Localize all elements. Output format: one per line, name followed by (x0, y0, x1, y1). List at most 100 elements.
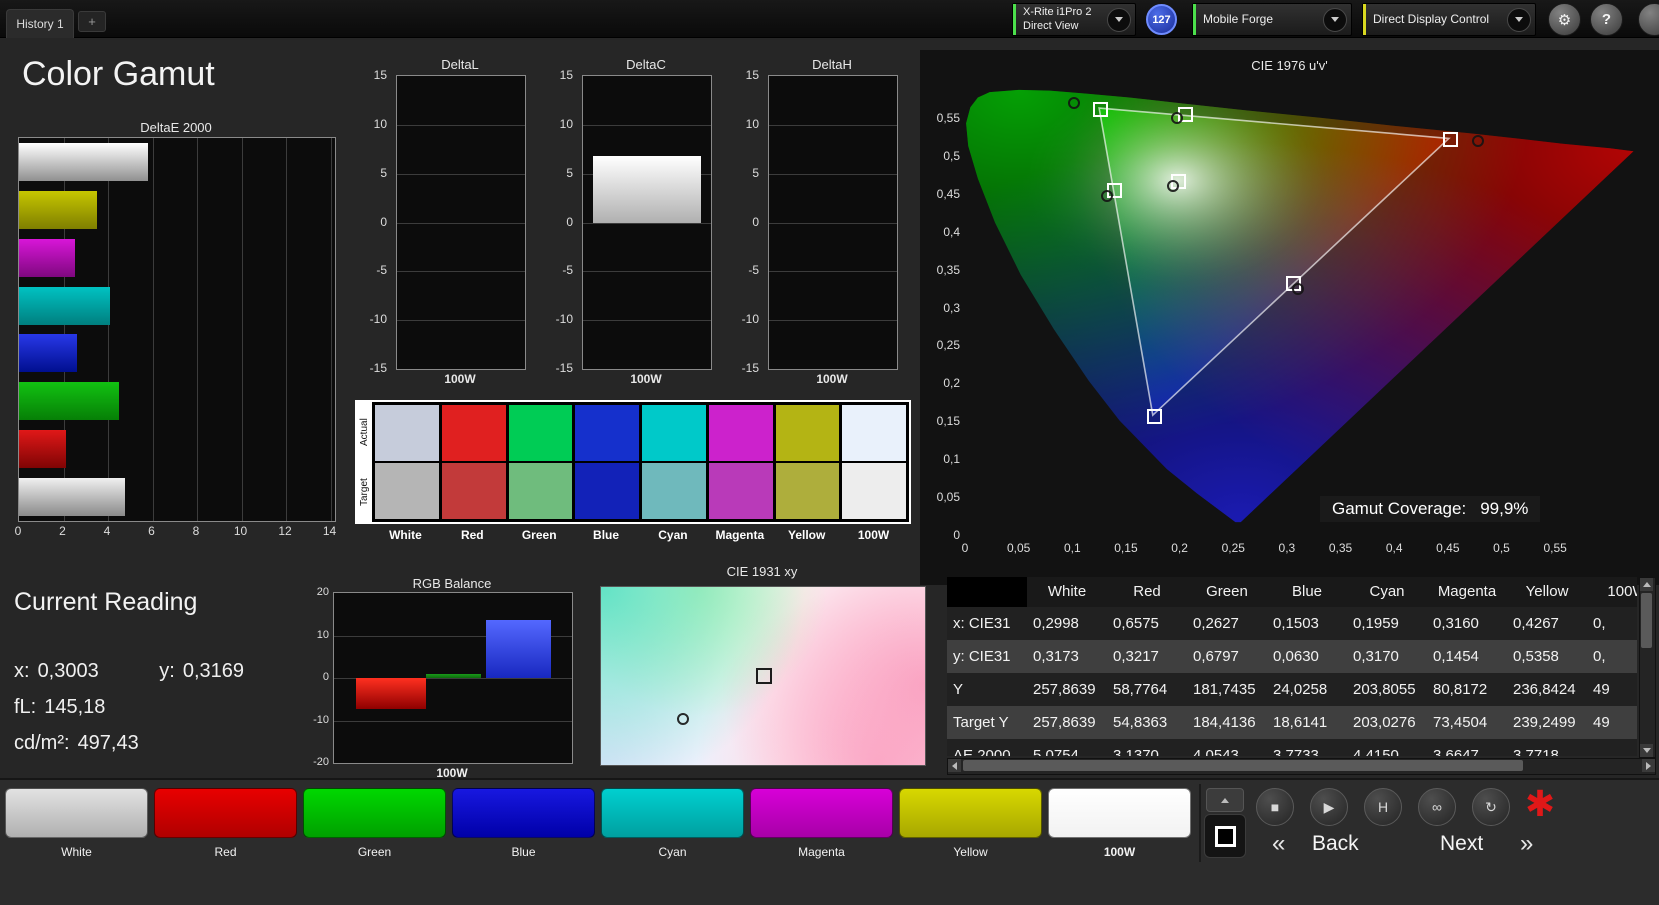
gamut-coverage-readout: Gamut Coverage: 99,9% (1320, 496, 1541, 522)
axis-tick-label: 4 (103, 524, 111, 538)
swatch-row-labels: Actual Target (357, 402, 372, 522)
pattern-button-red[interactable]: Red (151, 788, 300, 859)
settings-button[interactable]: ⚙ (1548, 3, 1581, 36)
pattern-button-white[interactable]: White (2, 788, 151, 859)
chevron-down-icon[interactable] (1323, 7, 1347, 32)
axis-tick-label: 0,15 (936, 414, 960, 429)
help-button[interactable]: ? (1590, 3, 1623, 36)
table-cell: 80,8172 (1433, 681, 1488, 698)
row-label: x: CIE31 (953, 615, 1011, 632)
table-cell: 0,1503 (1273, 615, 1319, 632)
axis-tick-label: 0,5 (943, 148, 960, 163)
axis-tick-label: 0,1 (943, 452, 960, 467)
swatch-actual-blue (575, 405, 639, 461)
table-row: Y 257,8639 58,7764 181,7435 24,0258 203,8055 8… (947, 673, 1637, 706)
play-button[interactable]: ▶ (1310, 788, 1348, 826)
scrollbar-thumb[interactable] (1641, 593, 1652, 648)
pattern-button-yellow[interactable]: Yellow (896, 788, 1045, 859)
fl-value: 145,18 (44, 696, 106, 718)
table-cell: 0,3173 (1033, 648, 1079, 665)
calibration-star-icon[interactable]: ✱ (1516, 780, 1564, 828)
row-label: Target Y (953, 714, 1009, 731)
pattern-window-up-button[interactable] (1206, 788, 1244, 812)
table-row: x: CIE31 0,2998 0,6575 0,2627 0,1503 0,1959 0,… (947, 607, 1637, 640)
deltae-plot (18, 137, 336, 522)
swatch-frame: Actual Target (355, 400, 911, 524)
display-control-dropdown[interactable]: Direct Display Control (1362, 3, 1536, 36)
pattern-swatch (1048, 788, 1191, 838)
refresh-button[interactable]: ↻ (1472, 788, 1510, 826)
axis-tick-label: -10 (741, 312, 759, 327)
scrollbar-thumb[interactable] (963, 760, 1523, 771)
swatch-actual-100w (842, 405, 906, 461)
axis-tick-label: 12 (278, 524, 292, 538)
pattern-button-100w[interactable]: 100W (1045, 788, 1194, 859)
back-button[interactable]: Back (1312, 832, 1359, 856)
scroll-left-button[interactable] (948, 759, 961, 772)
table-cell: 0, (1593, 615, 1606, 632)
table-cell: 0,6797 (1193, 648, 1239, 665)
histogram-button[interactable]: H (1364, 788, 1402, 826)
page-title: Color Gamut (22, 55, 215, 93)
table-row: Target Y 257,8639 54,8363 184,4136 18,6141 20… (947, 706, 1637, 739)
pattern-label: Cyan (658, 845, 687, 859)
table-header-row: White Red Green Blue Cyan Magenta Yellow 100W (947, 577, 1637, 607)
overflow-button[interactable] (1638, 3, 1659, 36)
axis-tick-label: 0,2 (943, 376, 960, 391)
history-tab[interactable]: History 1 (6, 9, 74, 38)
pattern-button-green[interactable]: Green (300, 788, 449, 859)
column-header: Blue (1291, 583, 1323, 600)
chevron-down-icon[interactable] (1107, 7, 1131, 32)
workflow-dropdown[interactable]: Mobile Forge (1192, 3, 1352, 36)
section-title: Current Reading (14, 588, 198, 616)
table-cell: 0,5358 (1513, 648, 1559, 665)
pattern-button-blue[interactable]: Blue (449, 788, 598, 859)
infinity-button[interactable]: ∞ (1418, 788, 1456, 826)
chevron-up-icon (1221, 797, 1229, 803)
swatch-target-yellow (775, 463, 840, 519)
pattern-button-cyan[interactable]: Cyan (598, 788, 747, 859)
table-cell: 73,4504 (1433, 714, 1488, 731)
gamut-coverage-label: Gamut Coverage: (1332, 499, 1467, 518)
axis-tick-label: 15 (559, 68, 573, 82)
pattern-label: Green (357, 845, 392, 859)
table-cell: 181,7435 (1193, 681, 1256, 698)
horizontal-scrollbar[interactable] (947, 758, 1656, 775)
cd-value: 497,43 (77, 732, 139, 754)
deltac-chart: DeltaC 15 10 5 0 -5 -10 -15 100W (541, 57, 717, 389)
mini-plot (768, 75, 898, 370)
next-button[interactable]: Next (1440, 832, 1483, 856)
axis-tick-label: 0,15 (1114, 541, 1138, 555)
mini-plot (582, 75, 712, 370)
gridline (397, 124, 525, 126)
swatch-actual-green (508, 405, 573, 461)
axis-tick-label: -15 (369, 361, 387, 375)
back-chevron-icon[interactable]: « (1272, 830, 1285, 858)
deltae-bar-red (19, 430, 66, 469)
chevron-down-icon[interactable] (1507, 7, 1531, 32)
axis-tick-label: 10 (559, 116, 573, 131)
scroll-up-button[interactable] (1640, 578, 1653, 591)
next-chevron-icon[interactable]: » (1520, 830, 1533, 858)
vertical-scrollbar[interactable] (1639, 577, 1656, 758)
table-cell: 18,6141 (1273, 714, 1328, 731)
scroll-down-button[interactable] (1640, 744, 1653, 757)
axis-tick-label: 15 (745, 68, 759, 82)
scroll-right-button[interactable] (1642, 759, 1655, 772)
gridline (583, 222, 711, 224)
deltae-bar-row (19, 282, 335, 330)
column-header: Magenta (1437, 583, 1497, 600)
meter-dropdown[interactable]: X-Rite i1Pro 2 Direct View (1012, 3, 1136, 36)
axis-tick-label: 0,55 (1543, 541, 1567, 555)
table-row: y: CIE31 0,3173 0,3217 0,6797 0,0630 0,3170 0,… (947, 640, 1637, 673)
pattern-swatch (750, 788, 893, 838)
results-table: White Red Green Blue Cyan Magenta Yellow 100W x:… (947, 577, 1637, 756)
x-axis-label: 100W (630, 372, 662, 386)
stop-button[interactable]: ■ (1256, 788, 1294, 826)
pattern-button-magenta[interactable]: Magenta (747, 788, 896, 859)
table-cell: 0,1454 (1433, 648, 1479, 665)
add-tab-button[interactable]: + (78, 11, 106, 32)
pattern-swatch (452, 788, 595, 838)
axis-tick-label: 15 (373, 68, 387, 82)
pattern-window-button[interactable] (1204, 814, 1246, 858)
